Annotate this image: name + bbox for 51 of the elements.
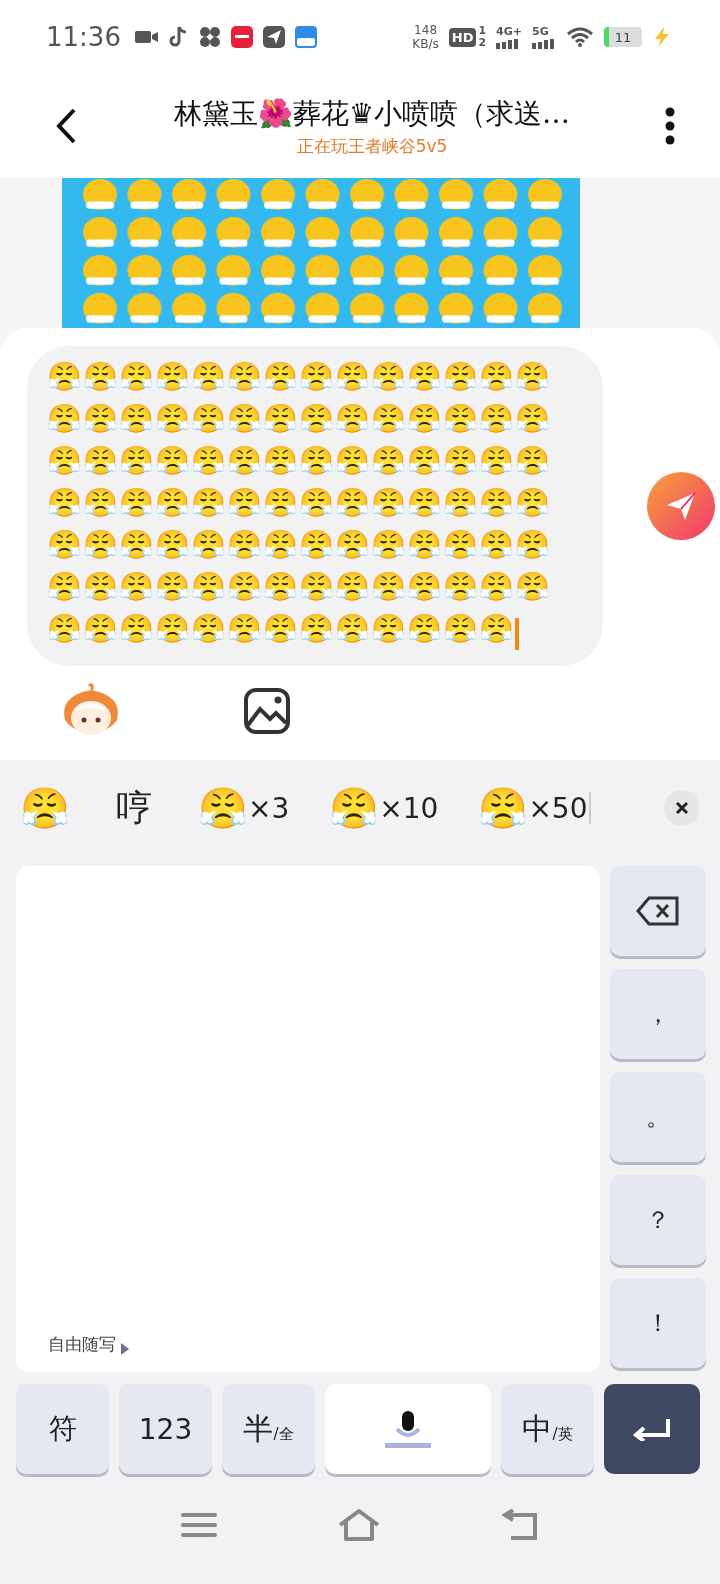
key-label: 半: [243, 1409, 274, 1448]
microphone-icon: [383, 1409, 433, 1449]
candidate-button[interactable]: 😤×3: [198, 784, 290, 832]
video-camera-icon: [134, 29, 159, 45]
network-type: 4G+: [496, 25, 522, 38]
battery-icon: 11: [604, 27, 642, 47]
keyboard-key[interactable]: 。: [610, 1072, 706, 1162]
enter-icon: [632, 1417, 672, 1441]
more-menu-icon[interactable]: [664, 106, 676, 146]
key-sublabel: /全: [273, 1424, 294, 1444]
enter-key[interactable]: [604, 1384, 700, 1474]
keyboard-key[interactable]: ！: [610, 1278, 706, 1368]
sim-number: 1: [478, 25, 487, 37]
network-type: 5G: [532, 25, 549, 38]
key-sublabel: /英: [552, 1424, 573, 1444]
paper-plane-icon: [262, 26, 285, 48]
pinwheel-icon: [198, 26, 221, 48]
keyboard-key[interactable]: ，: [610, 969, 706, 1059]
keyboard-key[interactable]: 半/全: [222, 1384, 315, 1474]
close-button[interactable]: [664, 790, 700, 826]
sim-number: 2: [478, 37, 487, 49]
signal-icon: [496, 38, 521, 49]
keyboard-key[interactable]: ？: [610, 1175, 706, 1265]
network-speed-unit: KB/s: [412, 37, 439, 51]
backspace-icon: [635, 895, 681, 927]
backspace-key[interactable]: [610, 866, 706, 956]
menu-icon[interactable]: [181, 1511, 217, 1539]
chat-title: 林黛玉🌺葬花♛小喷喷（求送…: [174, 95, 570, 132]
app-icon: [230, 26, 253, 48]
chat-status: 正在玩王者峡谷5v5: [296, 134, 448, 158]
network-speed: 148: [414, 23, 437, 37]
keyboard-key[interactable]: 123: [119, 1384, 212, 1474]
hd-badge: HD: [448, 27, 477, 47]
close-icon: [674, 800, 690, 816]
status-time: 11:36: [46, 22, 121, 52]
charging-bolt-icon: [652, 26, 672, 48]
image-icon[interactable]: [243, 687, 291, 735]
keyboard-key[interactable]: 中/英: [501, 1384, 594, 1474]
signal-icon: [532, 38, 556, 49]
candidate-button[interactable]: 😤×10: [329, 784, 439, 832]
candidate-button[interactable]: 哼: [110, 783, 158, 833]
wifi-icon: [566, 26, 594, 48]
play-triangle-icon: [120, 1342, 130, 1356]
app-icon: [294, 26, 317, 48]
candidate-button[interactable]: 😤×50: [478, 784, 588, 832]
key-label: 中: [522, 1409, 553, 1448]
handwriting-hint[interactable]: 自由随写: [48, 1333, 116, 1356]
music-note-icon: [168, 26, 189, 48]
keyboard-key[interactable]: 符: [16, 1384, 109, 1474]
home-icon[interactable]: [337, 1508, 381, 1542]
handwriting-pad[interactable]: 自由随写: [16, 866, 600, 1372]
